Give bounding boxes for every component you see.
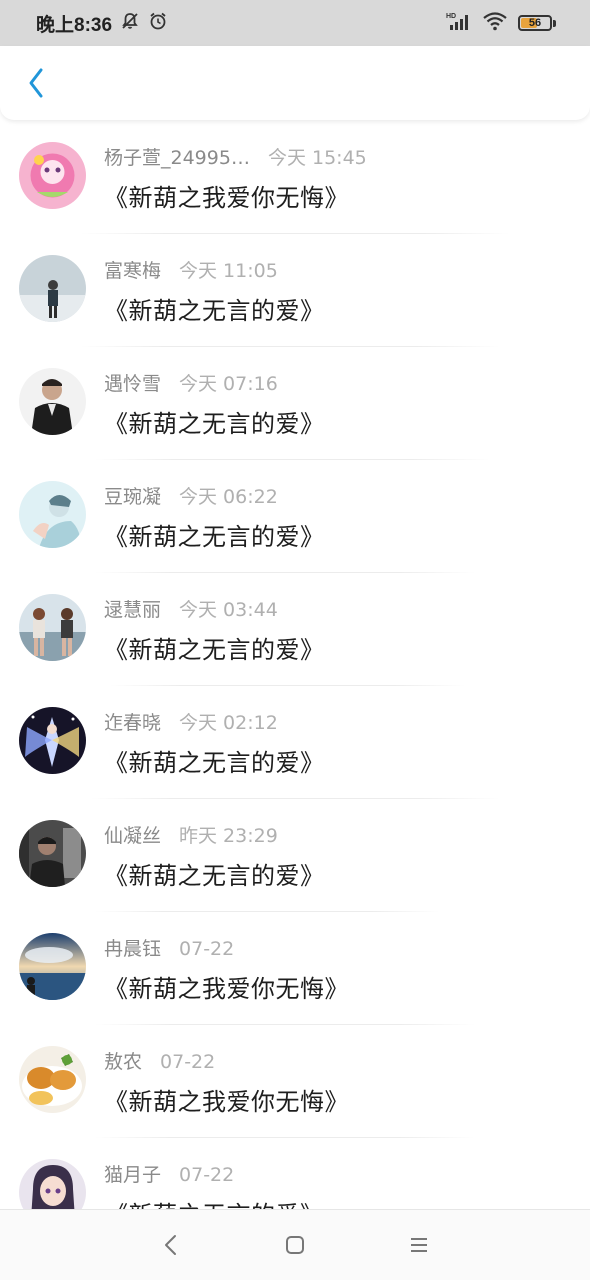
message-time: 07-22 [179,938,235,960]
message-time: 07-22 [160,1051,216,1073]
message-time: 今天 03:44 [179,599,278,621]
person-outdoor-avatar[interactable] [19,255,86,322]
message-title: 《新葫之我爱你无悔》 [104,184,349,212]
status-time: 晚上8:36 [36,14,113,36]
message-text: 冉晨钰 07-22 《新葫之我爱你无悔》 [104,934,570,1004]
alarm-icon [148,11,168,35]
message-text: 猫月子 07-22 《新葫之无言的爱》 [104,1160,570,1209]
message-meta: 迮春晓 今天 02:12 [104,708,570,735]
message-meta: 敖农 07-22 [104,1047,570,1074]
message-meta: 仙凝丝 昨天 23:29 [104,821,570,848]
bell-off-icon [120,11,140,35]
message-text: 富寒梅 今天 11:05 《新葫之无言的爱》 [104,256,570,326]
message-time: 今天 07:16 [179,373,278,395]
header [0,46,590,120]
message-time: 昨天 23:29 [179,825,278,847]
nav-menu-button[interactable] [406,1232,432,1258]
list-item[interactable]: 富寒梅 今天 11:05 《新葫之无言的爱》 [0,234,590,347]
message-text: 敖农 07-22 《新葫之我爱你无悔》 [104,1047,570,1117]
message-meta: 猫月子 07-22 [104,1160,570,1187]
battery-indicator: 56 [518,15,552,31]
message-time: 07-22 [179,1164,235,1186]
sender-name: 敖农 [104,1051,143,1073]
list-item[interactable]: 逯慧丽 今天 03:44 《新葫之无言的爱》 [0,573,590,686]
message-time: 今天 02:12 [179,712,278,734]
two-girls-avatar[interactable] [19,594,86,661]
message-title: 《新葫之无言的爱》 [104,749,325,777]
sender-name: 猫月子 [104,1164,162,1186]
wifi-icon [482,11,508,35]
sender-name: 冉晨钰 [104,938,162,960]
anime-girl-avatar[interactable] [19,1159,86,1209]
list-item[interactable]: 豆琬凝 今天 06:22 《新葫之无言的爱》 [0,460,590,573]
back-button[interactable] [20,61,52,105]
message-text: 豆琬凝 今天 06:22 《新葫之无言的爱》 [104,482,570,552]
status-right: HD 56 [446,11,556,35]
system-nav-bar [0,1209,590,1280]
message-title: 《新葫之无言的爱》 [104,862,325,890]
man-portrait-avatar[interactable] [19,368,86,435]
status-left: 晚上8:36 [36,10,168,37]
pink-cartoon-avatar[interactable] [19,142,86,209]
list-item[interactable]: 敖农 07-22 《新葫之我爱你无悔》 [0,1025,590,1138]
battery-percent: 56 [528,17,542,29]
nav-back-button[interactable] [158,1232,184,1258]
message-title: 《新葫之无言的爱》 [104,523,325,551]
chevron-left-icon [29,68,43,98]
sender-name: 迮春晓 [104,712,162,734]
battery-nub [553,19,556,27]
list-item[interactable]: 遇怜雪 今天 07:16 《新葫之无言的爱》 [0,347,590,460]
sender-name: 杨子萱_24995… [104,147,250,169]
sender-name: 豆琬凝 [104,486,162,508]
sky-sea-avatar[interactable] [19,933,86,1000]
sender-name: 逯慧丽 [104,599,162,621]
message-meta: 冉晨钰 07-22 [104,934,570,961]
list-item[interactable]: 迮春晓 今天 02:12 《新葫之无言的爱》 [0,686,590,799]
message-meta: 逯慧丽 今天 03:44 [104,595,570,622]
back-triangle-icon [165,1235,176,1255]
message-title: 《新葫之无言的爱》 [104,410,325,438]
message-time: 今天 11:05 [179,260,278,282]
status-bar: 晚上8:36 HD 56 [0,0,590,46]
dark-person-avatar[interactable] [19,820,86,887]
message-meta: 豆琬凝 今天 06:22 [104,482,570,509]
sender-name: 仙凝丝 [104,825,162,847]
message-text: 逯慧丽 今天 03:44 《新葫之无言的爱》 [104,595,570,665]
list-item[interactable]: 仙凝丝 昨天 23:29 《新葫之无言的爱》 [0,799,590,912]
message-title: 《新葫之我爱你无悔》 [104,1088,349,1116]
svg-text:HD: HD [446,13,456,20]
list-item[interactable]: 猫月子 07-22 《新葫之无言的爱》 [0,1138,590,1209]
battery-icon: 56 [518,15,556,31]
message-title: 《新葫之无言的爱》 [104,1195,570,1209]
anime-fantasy-avatar[interactable] [19,707,86,774]
message-meta: 富寒梅 今天 11:05 [104,256,570,283]
list-item[interactable]: 冉晨钰 07-22 《新葫之我爱你无悔》 [0,912,590,1025]
message-time: 今天 06:22 [179,486,278,508]
message-time: 今天 15:45 [267,147,367,169]
home-square-icon [286,1236,304,1254]
message-meta: 杨子萱_24995… 今天 15:45 [104,143,570,170]
message-meta: 遇怜雪 今天 07:16 [104,369,570,396]
message-title: 《新葫之无言的爱》 [104,297,325,325]
sender-name: 富寒梅 [104,260,162,282]
message-text: 迮春晓 今天 02:12 《新葫之无言的爱》 [104,708,570,778]
menu-lines-icon [411,1238,427,1252]
message-text: 遇怜雪 今天 07:16 《新葫之无言的爱》 [104,369,570,439]
fried-food-avatar[interactable] [19,1046,86,1113]
message-list: 杨子萱_24995… 今天 15:45 《新葫之我爱你无悔》 富寒梅 今天 11:05 《… [0,121,590,1209]
sender-name: 遇怜雪 [104,373,162,395]
message-title: 《新葫之无言的爱》 [104,636,325,664]
light-portrait-avatar[interactable] [19,481,86,548]
message-text: 杨子萱_24995… 今天 15:45 《新葫之我爱你无悔》 [104,143,570,213]
nav-home-button[interactable] [282,1232,308,1258]
hd-signal-icon: HD [446,11,472,35]
message-title: 《新葫之我爱你无悔》 [104,975,349,1003]
message-text: 仙凝丝 昨天 23:29 《新葫之无言的爱》 [104,821,570,891]
list-item[interactable]: 杨子萱_24995… 今天 15:45 《新葫之我爱你无悔》 [0,121,590,234]
